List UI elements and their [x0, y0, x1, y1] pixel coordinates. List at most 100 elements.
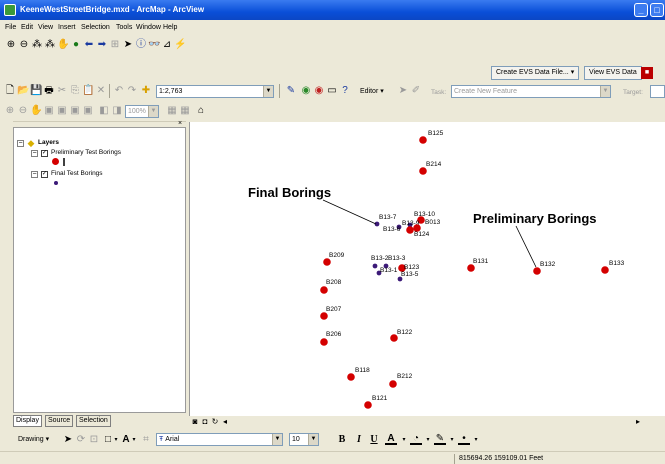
undo-icon[interactable]: ↶: [113, 85, 125, 97]
preliminary-boring-point[interactable]: [467, 264, 475, 272]
bold-button[interactable]: B: [336, 434, 348, 446]
preliminary-boring-point[interactable]: [419, 167, 427, 175]
new-document-icon[interactable]: 🗋: [4, 85, 16, 97]
edit-vertices-icon[interactable]: ⌗: [140, 434, 152, 446]
edit-tool-icon[interactable]: ➤: [397, 85, 409, 97]
focus-data-frame-icon[interactable]: ▦: [179, 105, 191, 117]
select-elements-pointer-icon[interactable]: ➤: [62, 434, 74, 446]
marker-color-icon[interactable]: •: [458, 433, 470, 445]
preliminary-boring-point[interactable]: [389, 380, 397, 388]
tab-display[interactable]: Display: [13, 415, 42, 427]
task-dropdown-arrow-icon[interactable]: ▼: [600, 86, 610, 97]
preliminary-boring-point[interactable]: [364, 401, 372, 409]
fill-color-dropdown-icon[interactable]: ▾: [422, 434, 434, 446]
find-binoculars-icon[interactable]: 👓: [148, 39, 160, 51]
measure-icon[interactable]: ⊿: [161, 39, 173, 51]
change-layout-icon[interactable]: ⌂: [195, 105, 207, 117]
zoom-in-icon[interactable]: ⊕: [5, 39, 17, 51]
zoom-to-selected-icon[interactable]: ⊡: [88, 434, 100, 446]
hyperlink-icon[interactable]: ⚡: [174, 39, 186, 51]
back-arrow-icon[interactable]: ⬅: [83, 39, 95, 51]
drawing-menu-button[interactable]: Drawing ▾: [13, 433, 54, 447]
underline-button[interactable]: U: [368, 434, 380, 446]
font-dropdown-arrow-icon[interactable]: ▼: [272, 434, 282, 445]
preliminary-boring-point[interactable]: [533, 267, 541, 275]
maximize-button[interactable]: □: [650, 3, 664, 17]
layout-zoom-combo[interactable]: 100% ▼: [125, 105, 159, 118]
font-color-dropdown-icon[interactable]: ▾: [398, 434, 410, 446]
pan-hand-icon[interactable]: ✋: [57, 39, 69, 51]
zoom-whole-page-icon[interactable]: ▣: [43, 105, 55, 117]
preliminary-boring-point[interactable]: [347, 373, 355, 381]
layer-collapse-icon[interactable]: −: [31, 150, 38, 157]
paste-icon[interactable]: 📋: [82, 85, 94, 97]
whats-this-help-icon[interactable]: ?: [339, 85, 351, 97]
font-size-dropdown-arrow-icon[interactable]: ▼: [308, 434, 318, 445]
layer-name-preliminary[interactable]: Preliminary Test Borings: [51, 149, 121, 156]
full-extent-globe-icon[interactable]: ●: [70, 39, 82, 51]
fixed-zoom-in-icon[interactable]: ⁂: [31, 39, 43, 51]
fixed-layout-zoom-out-icon[interactable]: ▣: [82, 105, 94, 117]
create-evs-data-button[interactable]: Create EVS Data File... ▾: [491, 66, 580, 80]
layout-pan-icon[interactable]: ✋: [30, 105, 42, 117]
layout-zoom-out-icon[interactable]: ⊖: [17, 105, 29, 117]
open-folder-icon[interactable]: 📂: [17, 85, 29, 97]
arccatalog-icon[interactable]: ◉: [300, 85, 312, 97]
forward-arrow-icon[interactable]: ➡: [96, 39, 108, 51]
map-scale-combo[interactable]: 1:2,763 ▼: [156, 85, 274, 98]
tab-source[interactable]: Source: [45, 415, 74, 427]
final-boring-point[interactable]: [372, 263, 378, 269]
preliminary-boring-point[interactable]: [320, 286, 328, 294]
fixed-layout-zoom-icon[interactable]: ▣: [69, 105, 81, 117]
save-icon[interactable]: 💾: [30, 85, 42, 97]
layer-collapse-icon[interactable]: −: [31, 171, 38, 178]
layers-root-label[interactable]: Layers: [38, 139, 59, 146]
rotate-icon[interactable]: ⟳: [75, 434, 87, 446]
font-color-button[interactable]: A: [385, 433, 397, 445]
scroll-right-icon[interactable]: ▸: [632, 416, 644, 428]
line-color-dropdown-icon[interactable]: ▾: [446, 434, 458, 446]
menu-insert[interactable]: Insert: [58, 24, 76, 31]
menu-file[interactable]: File: [5, 24, 16, 31]
editor-toolbar-icon[interactable]: ✎: [285, 85, 297, 97]
layer-checkbox-preliminary[interactable]: ✓: [41, 150, 48, 157]
font-size-combo[interactable]: 10 ▼: [289, 433, 319, 446]
layout-back-icon[interactable]: ◧: [98, 105, 110, 117]
menu-view[interactable]: View: [38, 24, 53, 31]
layers-collapse-icon[interactable]: −: [17, 140, 24, 147]
preliminary-boring-point[interactable]: [320, 338, 328, 346]
map-display[interactable]: B125 B214 B13-7 B13-10 B13-6 B13-9 B013 B124 B20…: [189, 122, 665, 416]
copy-icon[interactable]: ⎘: [69, 85, 81, 97]
menu-tools[interactable]: Tools: [116, 24, 132, 31]
fill-color-icon[interactable]: ◔: [410, 433, 422, 445]
marker-color-dropdown-icon[interactable]: ▾: [470, 434, 482, 446]
evs-red-icon[interactable]: ■: [641, 67, 653, 79]
target-combo[interactable]: [650, 85, 665, 98]
print-icon[interactable]: 🖶: [43, 85, 55, 97]
identify-icon[interactable]: ⓘ: [135, 39, 147, 51]
preliminary-boring-point[interactable]: [601, 266, 609, 274]
cut-icon[interactable]: ✂: [56, 85, 68, 97]
redo-icon[interactable]: ↷: [126, 85, 138, 97]
minimize-button[interactable]: _: [634, 3, 648, 17]
preliminary-boring-point[interactable]: [419, 136, 427, 144]
zoom-dropdown-arrow-icon[interactable]: ▼: [148, 106, 158, 117]
layer-checkbox-final[interactable]: ✓: [41, 171, 48, 178]
menu-help[interactable]: Help: [163, 24, 177, 31]
select-pointer-icon[interactable]: ➤: [122, 39, 134, 51]
scroll-left-icon[interactable]: ◂: [219, 416, 231, 428]
preliminary-boring-point[interactable]: [323, 258, 331, 266]
zoom-out-icon[interactable]: ⊖: [18, 39, 30, 51]
italic-button[interactable]: I: [353, 434, 365, 446]
scale-dropdown-arrow-icon[interactable]: ▼: [263, 86, 273, 97]
select-elements-icon[interactable]: ⊞: [109, 39, 121, 51]
text-dropdown-icon[interactable]: ▾: [128, 434, 140, 446]
editor-menu-button[interactable]: Editor ▾: [355, 85, 389, 99]
zoom-100-icon[interactable]: ▣: [56, 105, 68, 117]
task-combo[interactable]: Create New Feature ▼: [451, 85, 611, 98]
preliminary-boring-point[interactable]: [320, 312, 328, 320]
layout-forward-icon[interactable]: ◨: [111, 105, 123, 117]
add-data-icon[interactable]: ✚: [140, 85, 152, 97]
preliminary-boring-point[interactable]: [406, 226, 414, 234]
menu-selection[interactable]: Selection: [81, 24, 110, 31]
